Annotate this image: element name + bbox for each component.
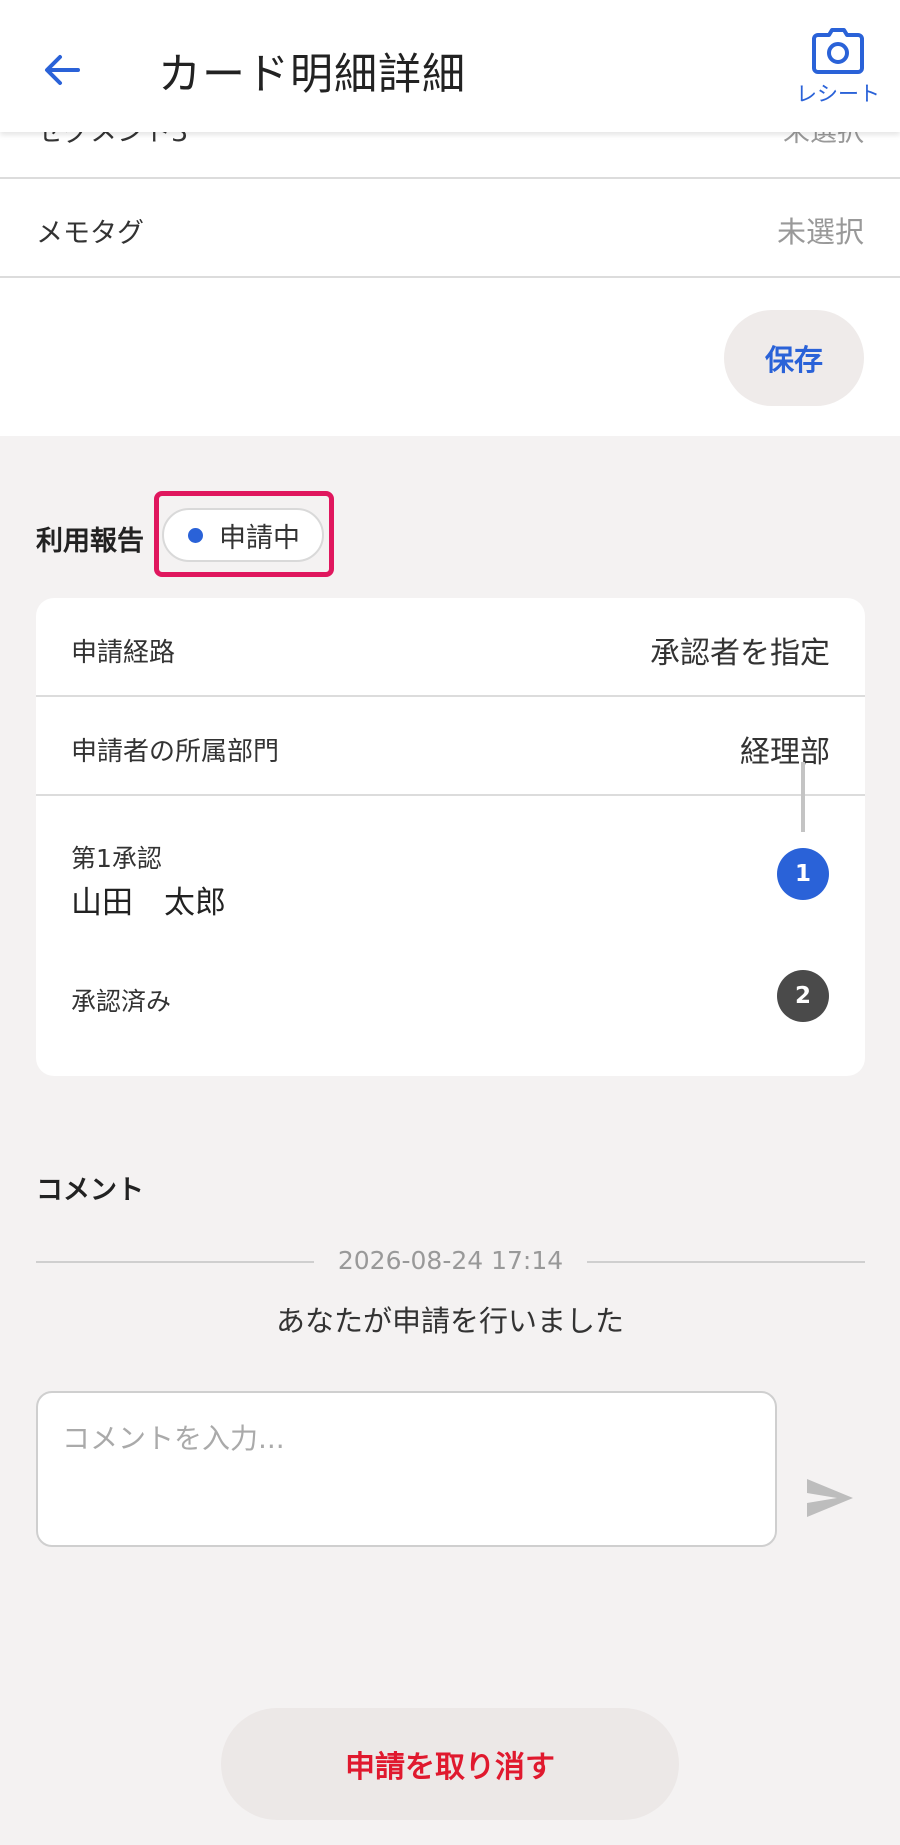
arrow-left-icon <box>45 55 80 85</box>
receipt-label: レシート <box>796 82 880 106</box>
comment-timestamp: 2026-08-24 17:14 <box>313 1246 588 1275</box>
receipt-button[interactable]: レシート <box>794 28 882 116</box>
approval-card: 申請経路 承認者を指定 申請者の所属部門 経理部 第1承認 山田 太郎 1 承認… <box>36 598 865 1076</box>
step1-approver: 山田 太郎 <box>71 885 226 921</box>
camera-icon <box>812 28 864 74</box>
comment-message: あなたが申請を行いました <box>275 1304 624 1338</box>
cancel-request-button[interactable]: 申請を取り消す <box>221 1708 679 1820</box>
department-label: 申請者の所属部門 <box>71 737 280 767</box>
status-badge: 申請中 <box>162 508 324 562</box>
step-connector <box>801 762 805 832</box>
back-button[interactable] <box>36 44 88 96</box>
memo-tag-value: 未選択 <box>776 215 864 249</box>
status-text: 申請中 <box>219 522 300 554</box>
divider <box>0 177 900 179</box>
divider <box>0 276 900 278</box>
app-header: カード明細詳細 レシート <box>0 0 900 132</box>
route-row: 申請経路 承認者を指定 <box>36 598 865 696</box>
usage-report-label: 利用報告 <box>36 526 144 557</box>
divider <box>36 794 865 796</box>
send-button[interactable] <box>800 1470 860 1526</box>
step1-number: 1 <box>777 848 829 900</box>
department-row: 申請者の所属部門 経理部 <box>36 697 865 795</box>
department-value: 経理部 <box>740 735 830 770</box>
step2-label: 承認済み <box>71 987 172 1016</box>
save-button[interactable]: 保存 <box>724 310 864 406</box>
comment-timestamp-wrap: 2026-08-24 17:14 <box>36 1246 865 1275</box>
step1-label: 第1承認 <box>71 844 162 873</box>
comment-date-separator: 2026-08-24 17:14 <box>36 1242 865 1282</box>
memo-tag-label: メモタグ <box>36 218 144 249</box>
route-label: 申請経路 <box>71 638 176 668</box>
send-icon <box>807 1479 853 1517</box>
route-value: 承認者を指定 <box>650 636 830 671</box>
comment-input[interactable] <box>36 1391 777 1547</box>
comment-section-label: コメント <box>36 1175 144 1206</box>
page-title: カード明細詳細 <box>158 50 466 100</box>
step2-number: 2 <box>777 970 829 1022</box>
status-dot-icon <box>188 527 203 543</box>
memo-tag-row[interactable]: メモタグ 未選択 <box>0 180 900 276</box>
